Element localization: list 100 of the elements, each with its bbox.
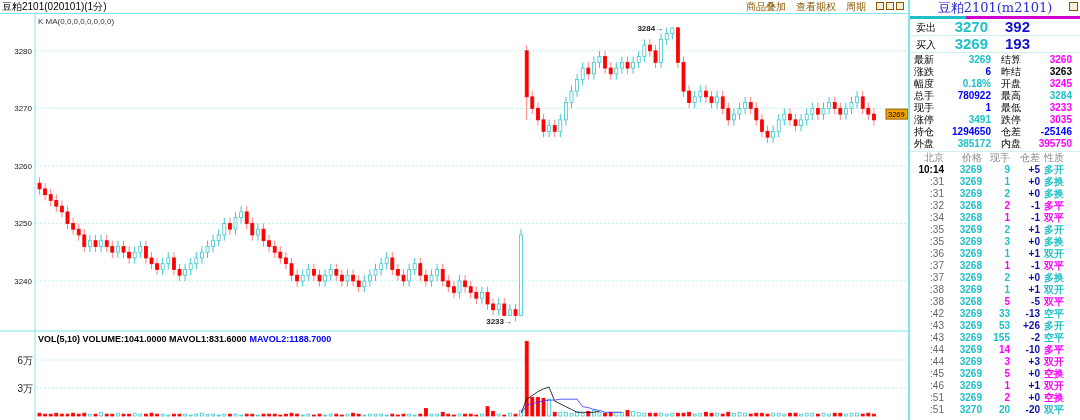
tick-nature: 双开 <box>1043 380 1065 392</box>
tick-time: :44 <box>929 344 944 356</box>
tick-change: +1 <box>1027 224 1040 236</box>
tick-time: :36 <box>929 248 944 260</box>
candlestick <box>771 125 775 144</box>
tick-change: -2 <box>1030 332 1040 344</box>
bar <box>508 412 512 417</box>
candlestick <box>390 251 395 276</box>
tick-time: :38 <box>929 284 944 296</box>
tick-change: +0 <box>1027 272 1040 284</box>
candlestick <box>480 286 484 305</box>
column-header: 现手 <box>989 152 1010 164</box>
stat-label: 开盘 <box>1001 78 1021 90</box>
candlestick <box>99 234 103 253</box>
stat-label: 总手 <box>914 90 934 102</box>
bar <box>659 412 663 417</box>
tick-nature: 多平 <box>1043 344 1065 356</box>
bar <box>558 411 563 417</box>
tick-price: 3270 <box>958 404 982 416</box>
tick-volume: 20 <box>997 404 1010 416</box>
bar <box>547 398 551 417</box>
candlestick <box>620 56 624 75</box>
menu-link[interactable]: 商品叠加 <box>746 0 786 13</box>
menu-link[interactable]: 周期 <box>846 0 866 13</box>
tick-nature: 多开 <box>1043 320 1065 332</box>
column-header: 性质 <box>1043 152 1065 164</box>
tick-price: 3269 <box>958 308 982 320</box>
tick-nature: 多开 <box>1043 224 1065 236</box>
tick-change: +0 <box>1027 188 1040 200</box>
bar <box>552 411 557 417</box>
bar <box>715 412 719 417</box>
axis-label: 3260 <box>14 161 32 171</box>
candlestick <box>457 274 462 299</box>
tick-volume: 5 <box>1003 368 1010 380</box>
tick-change: -1 <box>1030 260 1040 272</box>
tick-volume: 3 <box>1003 236 1010 248</box>
tick-price: 3269 <box>958 380 982 392</box>
tick-nature: 双开 <box>1043 284 1065 296</box>
tick-volume: 2 <box>1003 188 1010 200</box>
stat-label: 昨结 <box>1001 66 1021 78</box>
stat-value: -25146 <box>1040 126 1072 138</box>
tick-price: 3269 <box>958 188 982 200</box>
bar <box>99 411 103 417</box>
menu-link[interactable]: 查看期权 <box>796 0 836 13</box>
tick-price: 3268 <box>958 200 982 212</box>
tick-nature: 双平 <box>1043 212 1065 224</box>
tick-nature: 双开 <box>1043 248 1065 260</box>
tick-price: 3269 <box>958 248 982 260</box>
stat-value: 1294650 <box>952 126 991 138</box>
tick-nature: 空换 <box>1043 368 1065 380</box>
tick-change: +5 <box>1027 164 1040 176</box>
book-label: 买入 <box>916 37 937 52</box>
stat-label: 结算 <box>1001 54 1021 66</box>
tick-time: :34 <box>929 212 944 224</box>
tick-price: 3269 <box>958 272 982 284</box>
tick-price: 3269 <box>958 320 982 332</box>
tick-change: -1 <box>1030 200 1040 212</box>
column-header: 北京 <box>923 152 944 164</box>
tick-nature: 双平 <box>1043 404 1065 416</box>
tick-change: -1 <box>1030 212 1040 224</box>
tick-time: :38 <box>929 296 944 308</box>
stat-value: 3263 <box>1049 66 1072 78</box>
tick-volume: 1 <box>1003 212 1010 224</box>
stat-label: 内盘 <box>1001 138 1021 150</box>
tick-nature: 空平 <box>1043 308 1065 320</box>
stat-value: 3269 <box>968 54 991 66</box>
stat-label: 持仓 <box>914 126 934 138</box>
bar <box>424 408 428 417</box>
stat-label: 外盘 <box>914 138 934 150</box>
tick-volume: 1 <box>1003 248 1010 260</box>
tick-change: -13 <box>1024 308 1040 320</box>
candlestick <box>603 50 607 75</box>
stat-label: 跌停 <box>1001 114 1021 126</box>
stat-value: 395750 <box>1038 138 1072 150</box>
candlestick <box>659 33 663 69</box>
stat-label: 幅度 <box>914 78 934 90</box>
tick-nature: 多开 <box>1043 164 1065 176</box>
tick-nature: 多换 <box>1043 176 1065 188</box>
tick-price: 3269 <box>958 356 982 368</box>
tick-change: -5 <box>1030 296 1040 308</box>
bar <box>603 412 607 417</box>
tick-time: :37 <box>929 272 944 284</box>
tick-volume: 33 <box>997 308 1010 320</box>
stat-value: 0.18% <box>962 78 991 90</box>
tick-volume: 155 <box>992 332 1010 344</box>
candlestick <box>323 268 327 288</box>
tick-change: +3 <box>1027 356 1040 368</box>
tick-volume: 1 <box>1003 260 1010 272</box>
candlestick <box>580 61 585 86</box>
indicator-label: MAVOL2:1188.7000 <box>249 334 332 344</box>
window-control-icon[interactable] <box>1069 2 1078 11</box>
tick-time: :31 <box>929 176 944 188</box>
axis-label: 3270 <box>14 104 32 114</box>
tick-nature: 双平 <box>1043 296 1065 308</box>
stat-label: 最高 <box>1001 90 1021 102</box>
indicator-label: VOL(5,10) VOLUME:1041.0000 MAVOL1:831.6000 <box>38 334 247 344</box>
tick-change: +0 <box>1027 392 1040 404</box>
tick-price: 3269 <box>958 332 982 344</box>
candlestick <box>88 234 92 253</box>
tick-volume: 2 <box>1003 224 1010 236</box>
